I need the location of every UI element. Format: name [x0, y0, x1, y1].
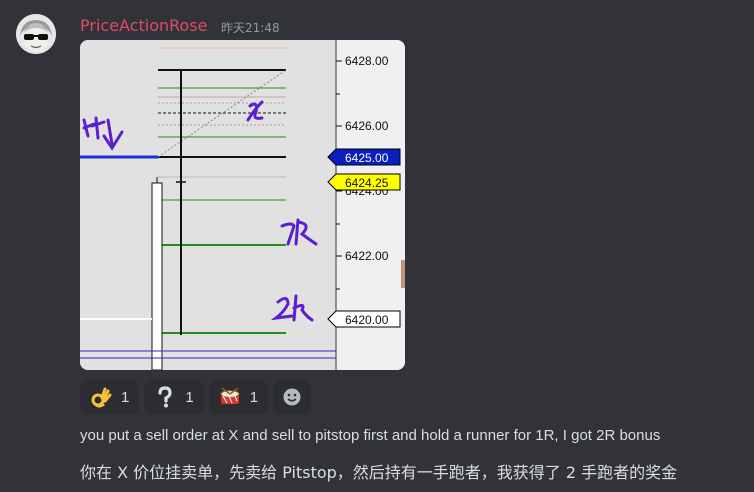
- blue-price-tag: 6425.00: [327, 148, 401, 166]
- reaction-count: 1: [121, 388, 130, 406]
- avatar[interactable]: [16, 14, 56, 54]
- trading-chart: 6428.00 6426.00 6424.00 6422.00 6425.00 …: [80, 40, 405, 370]
- white-price-tag-label: 6420.00: [345, 313, 389, 327]
- axis-label-6426: 6426.00: [345, 119, 389, 133]
- reaction-drum[interactable]: 1: [208, 380, 269, 414]
- ok-hand-icon: [90, 386, 112, 408]
- add-reaction-button[interactable]: [273, 380, 312, 414]
- message-text-en: you put a sell order at X and sell to pi…: [80, 427, 661, 444]
- avatar-image: [16, 14, 56, 54]
- axis-label-6428: 6428.00: [345, 54, 389, 68]
- question-icon: [154, 386, 176, 408]
- timestamp: 昨天21:48: [221, 21, 280, 35]
- blue-price-tag-label: 6425.00: [345, 151, 389, 165]
- reaction-ok-hand[interactable]: 1: [80, 380, 140, 414]
- reactions-bar: 1 1 1: [80, 380, 312, 414]
- username[interactable]: PriceActionRose: [80, 16, 208, 35]
- candle-body: [151, 182, 163, 370]
- yellow-price-tag-label: 6424.25: [345, 176, 389, 190]
- white-price-tag: 6420.00: [327, 310, 401, 328]
- reaction-question[interactable]: 1: [144, 380, 204, 414]
- drum-icon: [219, 386, 241, 408]
- reaction-count: 1: [249, 388, 259, 406]
- yellow-price-tag: 6424.25: [327, 173, 401, 191]
- message-text-zh: 你在 X 价位挂卖单，先卖给 Pitstop，然后持有一手跑者，我获得了 2 手…: [80, 463, 678, 482]
- axis-label-6422: 6422.00: [345, 249, 389, 263]
- chart-image-attachment[interactable]: 6428.00 6426.00 6424.00 6422.00 6425.00 …: [80, 40, 405, 370]
- reaction-count: 1: [185, 388, 194, 406]
- smiley-plus-icon: [281, 386, 303, 408]
